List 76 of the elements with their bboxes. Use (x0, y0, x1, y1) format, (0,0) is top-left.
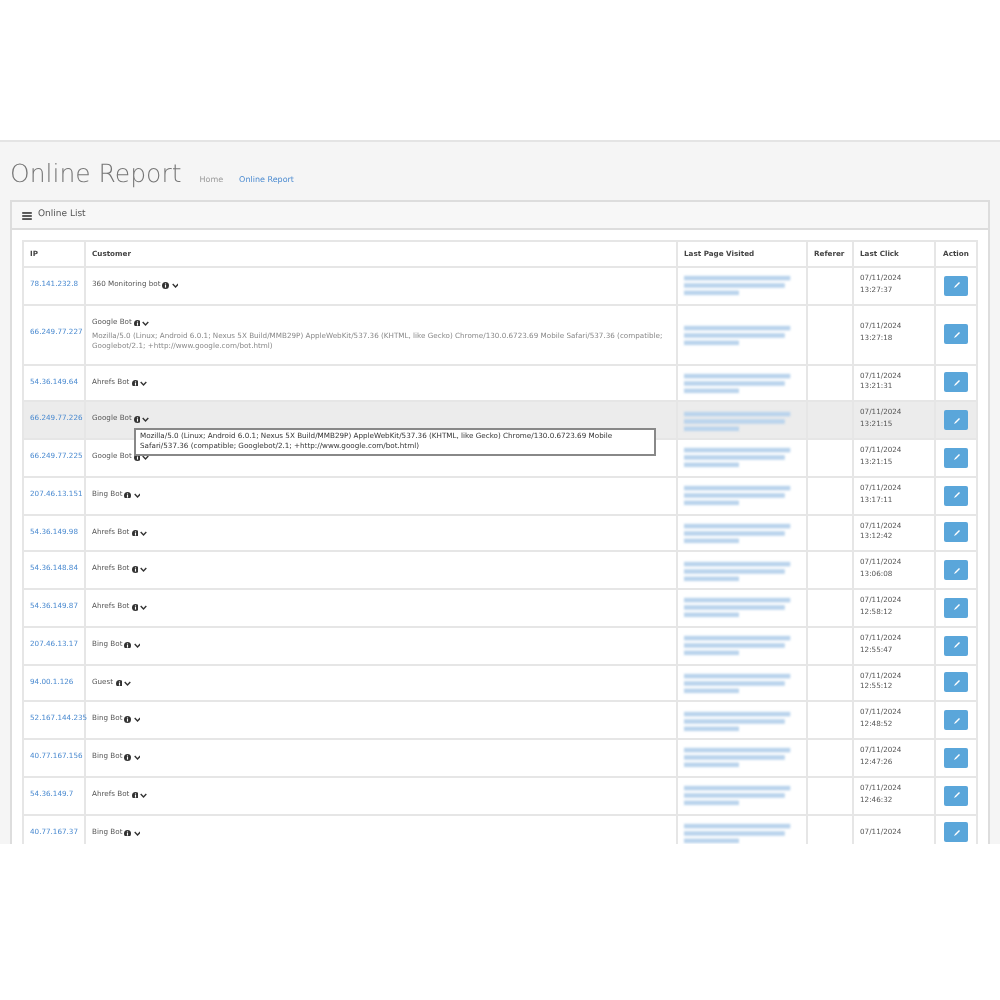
info-icon[interactable] (115, 679, 123, 687)
pencil-icon (951, 565, 961, 576)
blurred-link-drawing (684, 323, 794, 346)
edit-button[interactable] (944, 372, 968, 393)
pencil-icon (951, 602, 961, 613)
chevron-down-icon[interactable] (140, 604, 148, 612)
pencil-icon (951, 280, 961, 291)
info-icon[interactable] (131, 566, 139, 574)
chevron-down-icon[interactable] (140, 566, 148, 574)
chevron-down-icon[interactable] (142, 416, 150, 424)
pencil-icon (951, 640, 961, 651)
chevron-down-icon[interactable] (133, 829, 141, 837)
chevron-down-icon[interactable] (133, 716, 141, 724)
blurred-link-drawing (684, 671, 794, 694)
pencil-icon (951, 527, 961, 538)
info-icon[interactable] (131, 379, 139, 387)
pencil-icon (951, 790, 961, 801)
edit-button[interactable] (944, 635, 968, 656)
edit-button[interactable] (944, 522, 968, 543)
blurred-link-drawing (684, 559, 794, 582)
info-icon[interactable] (124, 641, 132, 649)
pencil-icon (951, 490, 961, 501)
pencil-icon (951, 415, 961, 426)
edit-button[interactable] (944, 597, 968, 618)
chevron-down-icon[interactable] (142, 454, 150, 462)
info-icon[interactable] (133, 454, 141, 462)
info-icon[interactable] (124, 829, 132, 837)
blurred-link-drawing (684, 484, 794, 507)
info-icon[interactable] (124, 754, 132, 762)
pencil-icon (951, 452, 961, 463)
page-title: Online Report (10, 158, 182, 188)
info-icon[interactable] (162, 282, 170, 290)
chevron-down-icon[interactable] (124, 679, 132, 687)
blurred-link-drawing (684, 784, 794, 807)
edit-button[interactable] (944, 747, 968, 768)
blurred-link-drawing (684, 521, 794, 544)
info-icon[interactable] (124, 491, 132, 499)
chevron-down-icon[interactable] (133, 641, 141, 649)
blurred-link-drawing (684, 596, 794, 619)
chevron-down-icon[interactable] (140, 529, 148, 537)
chevron-down-icon[interactable] (140, 379, 148, 387)
info-icon[interactable] (131, 791, 139, 799)
edit-button[interactable] (944, 785, 968, 806)
blurred-link-drawing (684, 409, 794, 432)
pencil-icon (951, 715, 961, 726)
edit-button[interactable] (944, 710, 968, 731)
info-icon[interactable] (133, 319, 141, 327)
edit-button[interactable] (944, 485, 968, 506)
info-icon[interactable] (131, 604, 139, 612)
info-icon[interactable] (124, 716, 132, 724)
blurred-link-drawing (684, 446, 794, 469)
pencil-icon (951, 827, 961, 838)
blurred-link-drawing (684, 274, 794, 297)
edit-button[interactable] (944, 275, 968, 296)
pencil-icon (951, 377, 961, 388)
list-icon (22, 211, 32, 219)
blurred-link-drawing (684, 746, 794, 769)
chevron-down-icon[interactable] (133, 491, 141, 499)
chevron-down-icon[interactable] (171, 282, 179, 290)
pencil-icon (951, 752, 961, 763)
edit-button[interactable] (944, 822, 968, 843)
blurred-link-drawing (684, 371, 794, 394)
pencil-icon (951, 329, 961, 340)
edit-button[interactable] (944, 324, 968, 345)
pencil-icon (951, 677, 961, 688)
info-icon[interactable] (131, 529, 139, 537)
blurred-link-drawing (684, 821, 794, 844)
chevron-down-icon[interactable] (142, 319, 150, 327)
info-icon[interactable] (133, 416, 141, 424)
edit-button[interactable] (944, 672, 968, 693)
chevron-down-icon[interactable] (133, 754, 141, 762)
chevron-down-icon[interactable] (140, 791, 148, 799)
blurred-link-drawing (684, 634, 794, 657)
blurred-link-drawing (684, 709, 794, 732)
edit-button[interactable] (944, 447, 968, 468)
edit-button[interactable] (944, 560, 968, 581)
